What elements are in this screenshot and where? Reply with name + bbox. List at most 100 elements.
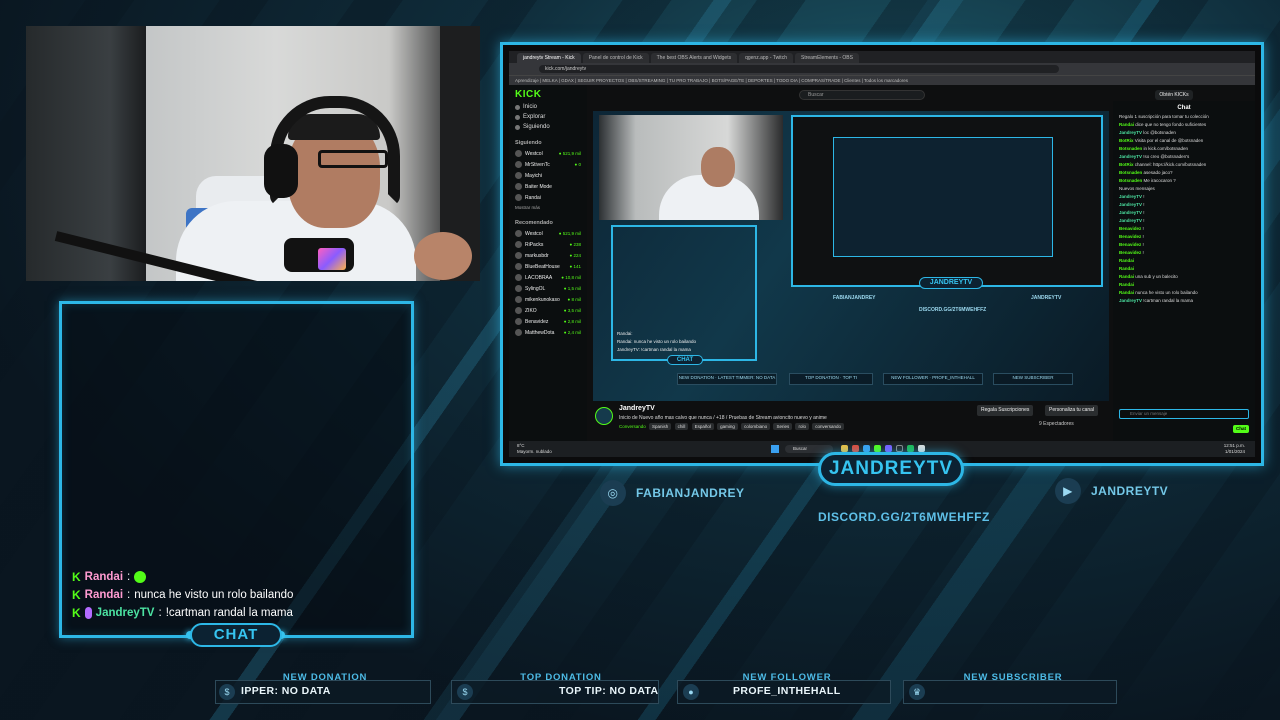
tag-chip[interactable]: Spanish [649, 423, 672, 430]
channel-row[interactable]: Westcol ● 521,9 mil [515, 150, 581, 157]
mini-subscriber-bar: NEW SUBSCRIBER [993, 373, 1073, 385]
channel-row[interactable]: markusbdr ● 224 [515, 252, 581, 259]
kick-chat-username[interactable]: JandreyTV [1119, 154, 1142, 159]
tag-chip[interactable]: Español [691, 423, 714, 430]
discord-app-icon[interactable] [885, 445, 892, 452]
channel-row[interactable]: Westcol ● 521,9 mil [515, 230, 581, 237]
kick-chat-line: Randai [1119, 258, 1249, 263]
kick-chat-username[interactable]: Randai [1119, 282, 1134, 287]
nav-explore[interactable]: Explorar [515, 114, 581, 120]
nav-label: Inicio [523, 104, 538, 110]
nav-home[interactable]: Inicio [515, 104, 581, 110]
kick-chat-username[interactable]: JandreyTV [1119, 218, 1142, 223]
chat-message-input[interactable]: Enviar un mensaje [1119, 409, 1249, 419]
chat-text: nunca he visto un rolo bailando [134, 589, 294, 601]
kick-chat-username[interactable]: Randai [1119, 122, 1134, 127]
kick-chat-username[interactable]: JandreyTV [1119, 194, 1142, 199]
channel-row[interactable]: Randai [515, 194, 581, 201]
channel-row[interactable]: mikenkunokaso ● 8 mil [515, 296, 581, 303]
kick-chat-username[interactable]: Benavidez [1119, 226, 1141, 231]
edge-icon[interactable] [863, 445, 870, 452]
kick-chat-username[interactable]: Botsnaden [1119, 146, 1142, 151]
kick-chat-username[interactable]: Benavidez [1119, 242, 1141, 247]
kick-chat-username[interactable]: JandreyTV [1119, 130, 1142, 135]
channel-name: markusbdr [525, 252, 549, 259]
channel-avatar [515, 241, 522, 248]
chrome-icon[interactable] [852, 445, 859, 452]
kick-chat-username[interactable]: Randai [1119, 266, 1134, 271]
channel-row[interactable]: Baiter Mode [515, 183, 581, 190]
channel-viewers: ● 238 [569, 242, 581, 247]
gift-subs-button[interactable]: Regala Suscripciones [977, 405, 1034, 416]
kick-chat-username[interactable]: JandreyTV [1119, 210, 1142, 215]
bookmarks-bar[interactable]: Aprendizaje | MELKA | GDAX | SEGUIR PROY… [509, 75, 1255, 85]
browser-tab[interactable]: qgenz.app - Twitch [739, 53, 793, 63]
channel-row[interactable]: LACOBRAA ● 10,8 mil [515, 274, 581, 281]
browser-tab[interactable]: jandreytv Stream - Kick [517, 53, 581, 63]
channel-viewers: ● 0 [574, 162, 581, 167]
channel-row[interactable]: BlueBeatHouse ● 141 [515, 263, 581, 270]
channel-row[interactable]: MatthewDota ● 2,4 mil [515, 329, 581, 336]
browser-tab[interactable]: Panel de control de Kick [582, 53, 649, 63]
channel-avatar [515, 274, 522, 281]
browser-tabs: jandreytv Stream - Kick Panel de control… [509, 51, 1255, 63]
channel-name: Mayichi [525, 172, 542, 179]
channel-row[interactable]: Benavidez ● 2,8 mil [515, 318, 581, 325]
weather-widget[interactable]: 8°C Mayorm. nublado [517, 443, 552, 455]
spotify-icon[interactable] [907, 445, 914, 452]
channel-row[interactable]: MrStivenTc ● 0 [515, 161, 581, 168]
windows-start-icon[interactable] [771, 445, 779, 453]
taskbar-clock[interactable]: 12:51 p.m. 1/01/2024 [1224, 443, 1245, 455]
kick-chat-username[interactable]: BotRix [1119, 162, 1134, 167]
kick-chat-line: Randai [1119, 266, 1249, 271]
kick-chat-username[interactable]: Randai [1119, 274, 1134, 279]
channel-viewers: ● 1,5 mil [563, 286, 581, 291]
browser-tab[interactable]: The best OBS Alerts and Widgets [650, 53, 738, 63]
chat-send-button[interactable]: Chat [1233, 425, 1249, 433]
obs-icon[interactable] [896, 445, 903, 452]
channel-viewers: ● 224 [569, 253, 581, 258]
stream-category[interactable]: Conversando [619, 424, 646, 429]
kick-chat-username[interactable]: JandreyTV [1119, 298, 1142, 303]
taskbar-search[interactable]: Buscar [785, 445, 833, 453]
kick-chat-username[interactable]: Randai [1119, 258, 1134, 263]
kick-logo[interactable]: KICK [515, 89, 581, 100]
tag-chip[interactable]: chill [674, 423, 689, 430]
tag-chip[interactable]: conversando [812, 423, 845, 430]
tag-chip[interactable]: gaming [717, 423, 738, 430]
headset-earcup [264, 144, 298, 198]
kick-chat-text: dice que no tengo fondo suficientes [1135, 122, 1207, 127]
kick-chat-username[interactable]: JandreyTV [1119, 202, 1142, 207]
folder-icon[interactable] [841, 445, 848, 452]
kick-chat-username[interactable]: Benavidez [1119, 250, 1141, 255]
nav-following[interactable]: Siguiendo [515, 124, 581, 130]
kick-chat-username[interactable]: BotRix [1119, 138, 1134, 143]
tag-chip[interactable]: rolo [795, 423, 809, 430]
kick-app-icon[interactable] [874, 445, 881, 452]
kick-chat-text: Me iracocaron ? [1143, 178, 1176, 183]
channel-row[interactable]: ZIKO ● 3,5 mil [515, 307, 581, 314]
url-input[interactable]: kick.com/jandreytv [539, 65, 1059, 73]
kick-chat-text: una sub y un balecito [1135, 274, 1178, 279]
channel-row[interactable]: Mayichi [515, 172, 581, 179]
kick-chat-username[interactable]: Botsnaden [1119, 170, 1142, 175]
show-more-link[interactable]: Mostrar más [515, 205, 581, 210]
channel-avatar [515, 194, 522, 201]
stream-player[interactable]: Randai: Randai: nunca he visto un rolo b… [593, 111, 1109, 401]
kick-chat-text: ! [1143, 210, 1145, 215]
channel-row[interactable]: SylingOL ● 1,5 mil [515, 285, 581, 292]
kick-chat-username[interactable]: Botsnaden [1119, 178, 1142, 183]
channel-name[interactable]: JandreyTV [619, 405, 655, 412]
channel-row[interactable]: RiPacks ● 238 [515, 241, 581, 248]
app-icon[interactable] [918, 445, 925, 452]
customize-channel-button[interactable]: Personaliza tu canal [1045, 405, 1099, 416]
bar-value: TOP TIP: NO DATA [559, 685, 659, 697]
get-kicks-button[interactable]: Obtén KICKs [1155, 90, 1193, 100]
kick-chat-username[interactable]: Benavidez [1119, 234, 1141, 239]
kick-search-input[interactable]: Buscar [799, 90, 925, 100]
browser-tab[interactable]: StreamElements - OBS [794, 53, 859, 63]
tag-chip[interactable]: Series [773, 423, 793, 430]
kick-chat-username[interactable]: Randai [1119, 290, 1134, 295]
channel-avatar[interactable] [595, 407, 613, 425]
tag-chip[interactable]: colombiano [741, 423, 771, 430]
